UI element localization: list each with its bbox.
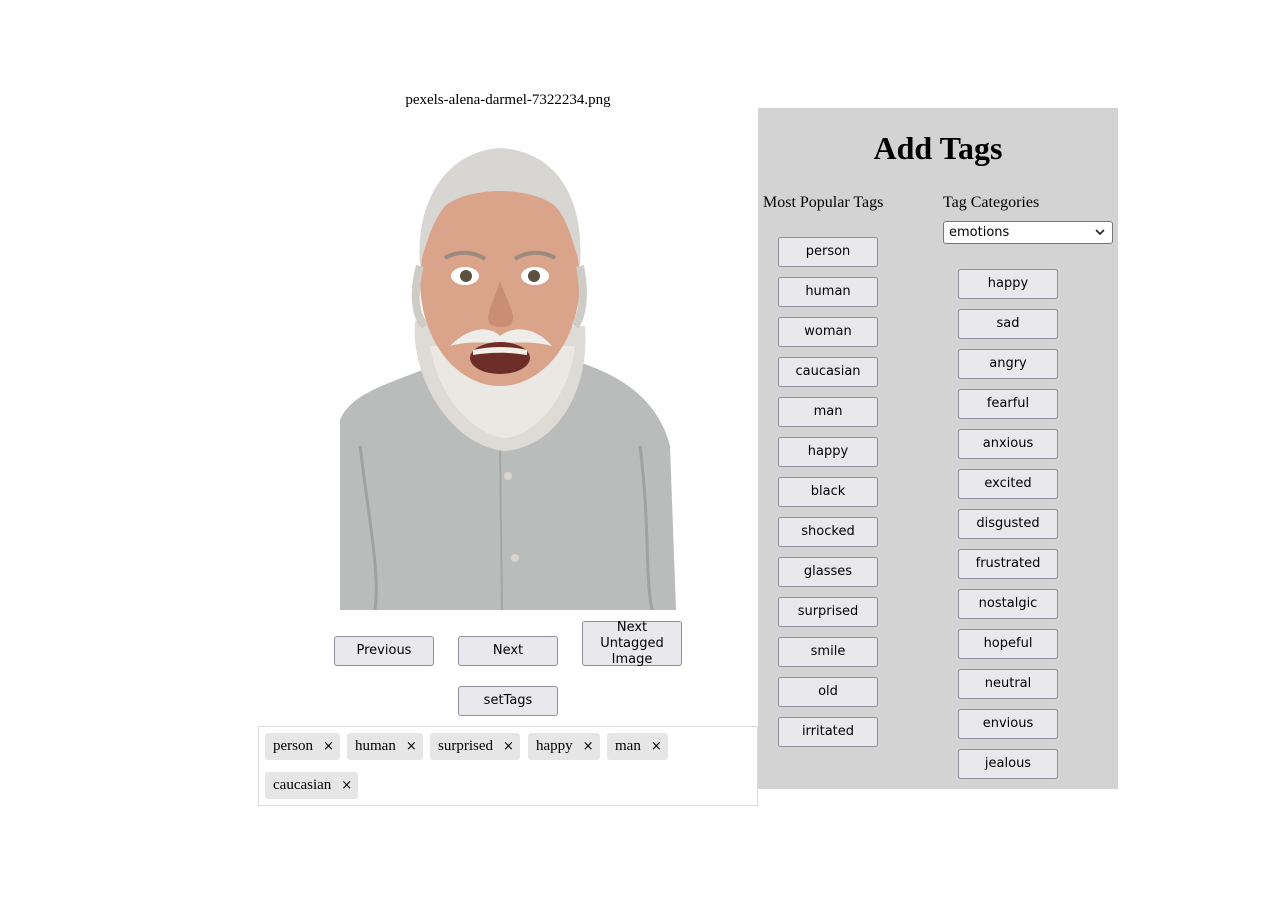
filename-label: pexels-alena-darmel-7322234.png xyxy=(405,92,611,108)
popular-tag-button[interactable]: shocked xyxy=(778,517,878,547)
category-select[interactable]: emotions xyxy=(943,221,1113,244)
remove-tag-icon[interactable]: × xyxy=(341,778,352,793)
popular-tag-button[interactable]: surprised xyxy=(778,597,878,627)
panel-title: Add Tags xyxy=(873,130,1003,166)
tag-chip: surprised × xyxy=(430,733,520,760)
next-button[interactable]: Next xyxy=(458,636,558,666)
tag-chip: human × xyxy=(347,733,423,760)
category-tag-button[interactable]: anxious xyxy=(958,429,1058,459)
popular-tag-button[interactable]: happy xyxy=(778,437,878,467)
next-untagged-image-button[interactable]: Next Untagged Image xyxy=(582,620,682,667)
tag-categories-heading: Tag Categories xyxy=(943,194,1040,211)
popular-tag-button[interactable]: irritated xyxy=(778,717,878,747)
remove-tag-icon[interactable]: × xyxy=(503,739,514,754)
portrait-photo xyxy=(340,148,676,610)
tag-chip: caucasian × xyxy=(265,772,359,799)
set-tags-button[interactable]: setTags xyxy=(458,686,558,716)
category-tag-button[interactable]: disgusted xyxy=(958,509,1058,539)
popular-tag-button[interactable]: human xyxy=(778,277,878,307)
category-tag-button[interactable]: jealous xyxy=(958,749,1058,779)
popular-tags-heading: Most Popular Tags xyxy=(763,194,884,211)
selected-tags-box: person × human × surprised × happy × man × ca… xyxy=(258,726,758,806)
category-tag-button[interactable]: excited xyxy=(958,469,1058,499)
popular-tag-button[interactable]: woman xyxy=(778,317,878,347)
remove-tag-icon[interactable]: × xyxy=(583,739,594,754)
category-tag-button[interactable]: fearful xyxy=(958,389,1058,419)
tag-chip-label: human xyxy=(355,738,396,754)
tag-chip: happy × xyxy=(528,733,600,760)
category-select-value: emotions xyxy=(949,225,1010,240)
popular-tag-button[interactable]: person xyxy=(778,237,878,267)
tag-chip: person × xyxy=(265,733,340,760)
tag-chip-label: happy xyxy=(536,738,573,754)
popular-tag-button[interactable]: caucasian xyxy=(778,357,878,387)
category-tag-button[interactable]: frustrated xyxy=(958,549,1058,579)
tag-chip-label: caucasian xyxy=(273,777,332,793)
remove-tag-icon[interactable]: × xyxy=(406,739,417,754)
remove-tag-icon[interactable]: × xyxy=(651,739,662,754)
popular-tag-button[interactable]: black xyxy=(778,477,878,507)
remove-tag-icon[interactable]: × xyxy=(323,739,334,754)
tag-chip-label: man xyxy=(615,738,641,754)
popular-tag-button[interactable]: man xyxy=(778,397,878,427)
popular-tag-button[interactable]: glasses xyxy=(778,557,878,587)
category-tag-button[interactable]: sad xyxy=(958,309,1058,339)
category-tag-button[interactable]: nostalgic xyxy=(958,589,1058,619)
tag-chip-label: surprised xyxy=(438,738,493,754)
previous-button[interactable]: Previous xyxy=(334,636,434,666)
popular-tag-button[interactable]: old xyxy=(778,677,878,707)
chevron-down-icon xyxy=(1095,229,1105,236)
tag-chip-label: person xyxy=(273,738,313,754)
category-tag-button[interactable]: envious xyxy=(958,709,1058,739)
category-tag-button[interactable]: neutral xyxy=(958,669,1058,699)
category-tag-button[interactable]: hopeful xyxy=(958,629,1058,659)
category-tag-button[interactable]: happy xyxy=(958,269,1058,299)
tag-chip: man × xyxy=(607,733,668,760)
popular-tag-button[interactable]: smile xyxy=(778,637,878,667)
add-tags-panel: Add Tags Most Popular Tags Tag Categorie… xyxy=(758,108,1118,789)
category-tag-button[interactable]: angry xyxy=(958,349,1058,379)
